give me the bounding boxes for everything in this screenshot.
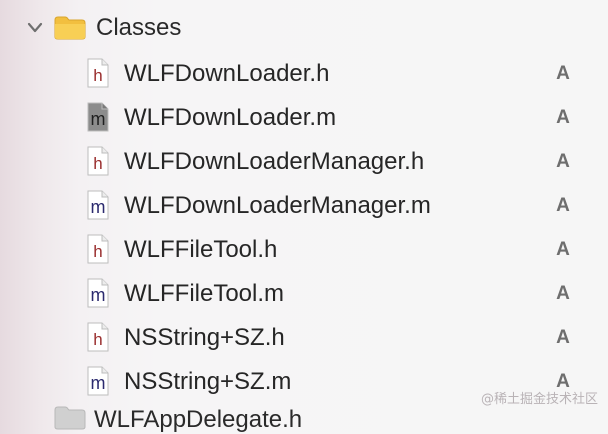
scm-status-badge: A (556, 151, 570, 172)
project-navigator: Classes h WLFDownLoader.h Am WLFDownLoader.… (0, 0, 608, 433)
file-name: NSString+SZ.m (124, 368, 292, 395)
file-name: WLFFileTool.m (124, 280, 285, 307)
header-file-icon: h (87, 58, 109, 88)
header-file-icon: h (87, 234, 109, 264)
svg-text:h: h (93, 154, 102, 173)
header-file-icon: h (87, 146, 109, 176)
file-row[interactable]: h WLFFileTool.h A (0, 228, 608, 272)
file-name: NSString+SZ.h (124, 324, 285, 351)
file-row[interactable]: m WLFDownLoaderManager.m A (0, 184, 608, 228)
svg-text:h: h (93, 66, 102, 85)
file-name: WLFDownLoaderManager.h (124, 148, 425, 175)
implementation-file-icon: m (87, 102, 109, 132)
folder-icon (54, 16, 86, 40)
implementation-file-icon: m (87, 278, 109, 308)
group-row-classes[interactable]: Classes (0, 6, 608, 50)
implementation-file-icon: m (87, 366, 109, 396)
svg-text:m: m (91, 285, 106, 305)
svg-text:h: h (93, 242, 102, 261)
watermark: @稀土掘金技术社区 (480, 392, 598, 407)
group-label: Classes (96, 14, 182, 41)
file-name: WLFDownLoader.m (124, 104, 337, 131)
file-row[interactable]: m WLFDownLoader.m A (0, 96, 608, 140)
file-row[interactable]: m WLFFileTool.m A (0, 272, 608, 316)
scm-status-badge: A (556, 63, 570, 84)
svg-text:m: m (91, 197, 106, 217)
chevron-down-icon[interactable] (26, 20, 44, 36)
file-row[interactable]: h WLFDownLoaderManager.h A (0, 140, 608, 184)
svg-text:h: h (93, 330, 102, 349)
file-name: WLFDownLoaderManager.m (124, 192, 431, 219)
next-item-label[interactable]: WLFAppDelegate.h (94, 406, 302, 434)
scm-status-badge: A (556, 239, 570, 260)
svg-text:m: m (91, 373, 106, 393)
file-row[interactable]: h WLFDownLoader.h A (0, 52, 608, 96)
svg-text:m: m (91, 109, 106, 129)
folder-icon (54, 406, 86, 430)
scm-status-badge: A (556, 327, 570, 348)
scm-status-badge: A (556, 283, 570, 304)
scm-status-badge: A (556, 195, 570, 216)
header-file-icon: h (87, 322, 109, 352)
file-row[interactable]: h NSString+SZ.h A (0, 316, 608, 360)
file-name: WLFDownLoader.h (124, 60, 330, 87)
scm-status-badge: A (556, 107, 570, 128)
implementation-file-icon: m (87, 190, 109, 220)
file-name: WLFFileTool.h (124, 236, 278, 263)
